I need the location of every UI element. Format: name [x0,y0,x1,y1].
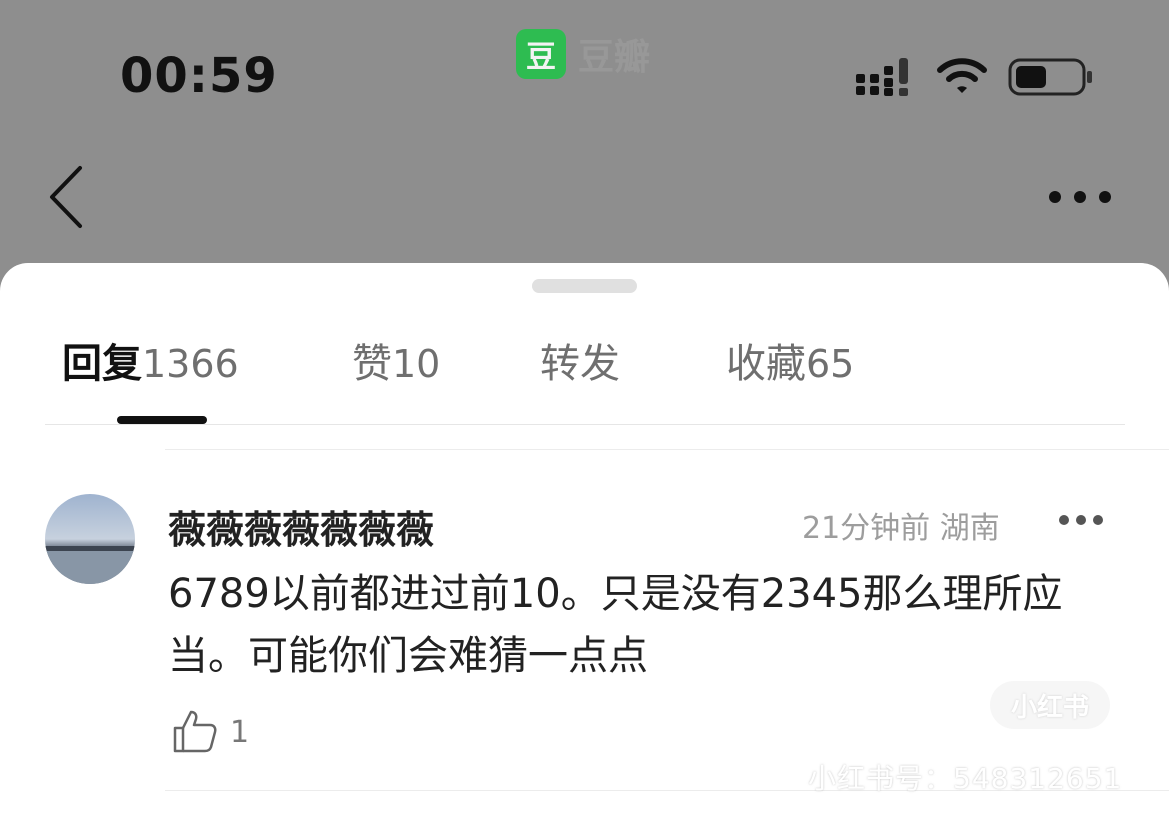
watermark-id: 小红书号：548312651 [808,762,1123,795]
cellular-signal-icon [856,58,908,96]
battery-icon [1008,58,1092,96]
tab-count: 65 [806,342,855,386]
back-chevron-icon[interactable] [44,164,88,230]
douban-logo-icon: 豆 [516,29,566,79]
like-count: 1 [230,715,250,750]
status-bar: 00:59 豆 豆瓣 [0,0,1169,150]
tab-count: 10 [392,342,441,386]
reactions-sheet: 回复1366 赞10 转发 收藏65 薇薇薇薇薇薇薇 21分钟前 湖南 6789… [0,263,1169,825]
tab-favorites[interactable]: 收藏65 [726,331,854,389]
comment-text: 6789以前都进过前10。只是没有2345那么理所应当。可能你们会难猜一点点 [168,571,1063,679]
tab-label: 回复 [62,341,142,387]
more-options-icon[interactable] [1048,188,1112,206]
thumbs-up-icon[interactable] [172,708,218,754]
comment-time-location: 21分钟前 湖南 [802,511,1000,546]
watermark-logo: 小红书 [990,681,1110,729]
status-time: 00:59 [120,48,278,104]
tab-replies[interactable]: 回复1366 [62,331,239,389]
app-name: 豆瓣 [578,37,651,78]
tab-label: 赞 [352,341,392,387]
app-badge: 豆 豆瓣 [516,28,650,80]
active-tab-indicator [117,416,207,424]
wifi-icon [937,58,987,93]
tab-count: 1366 [142,342,239,386]
tab-label: 收藏 [726,341,806,387]
tab-label: 转发 [540,341,620,387]
tab-reposts[interactable]: 转发 [540,331,620,389]
comment-more-icon[interactable] [1058,513,1104,527]
avatar[interactable] [45,494,135,584]
tab-likes[interactable]: 赞10 [352,331,440,389]
sheet-drag-handle[interactable] [532,279,637,293]
tab-divider [45,424,1125,425]
list-divider [165,449,1169,450]
comment-username[interactable]: 薇薇薇薇薇薇薇 [168,499,434,554]
